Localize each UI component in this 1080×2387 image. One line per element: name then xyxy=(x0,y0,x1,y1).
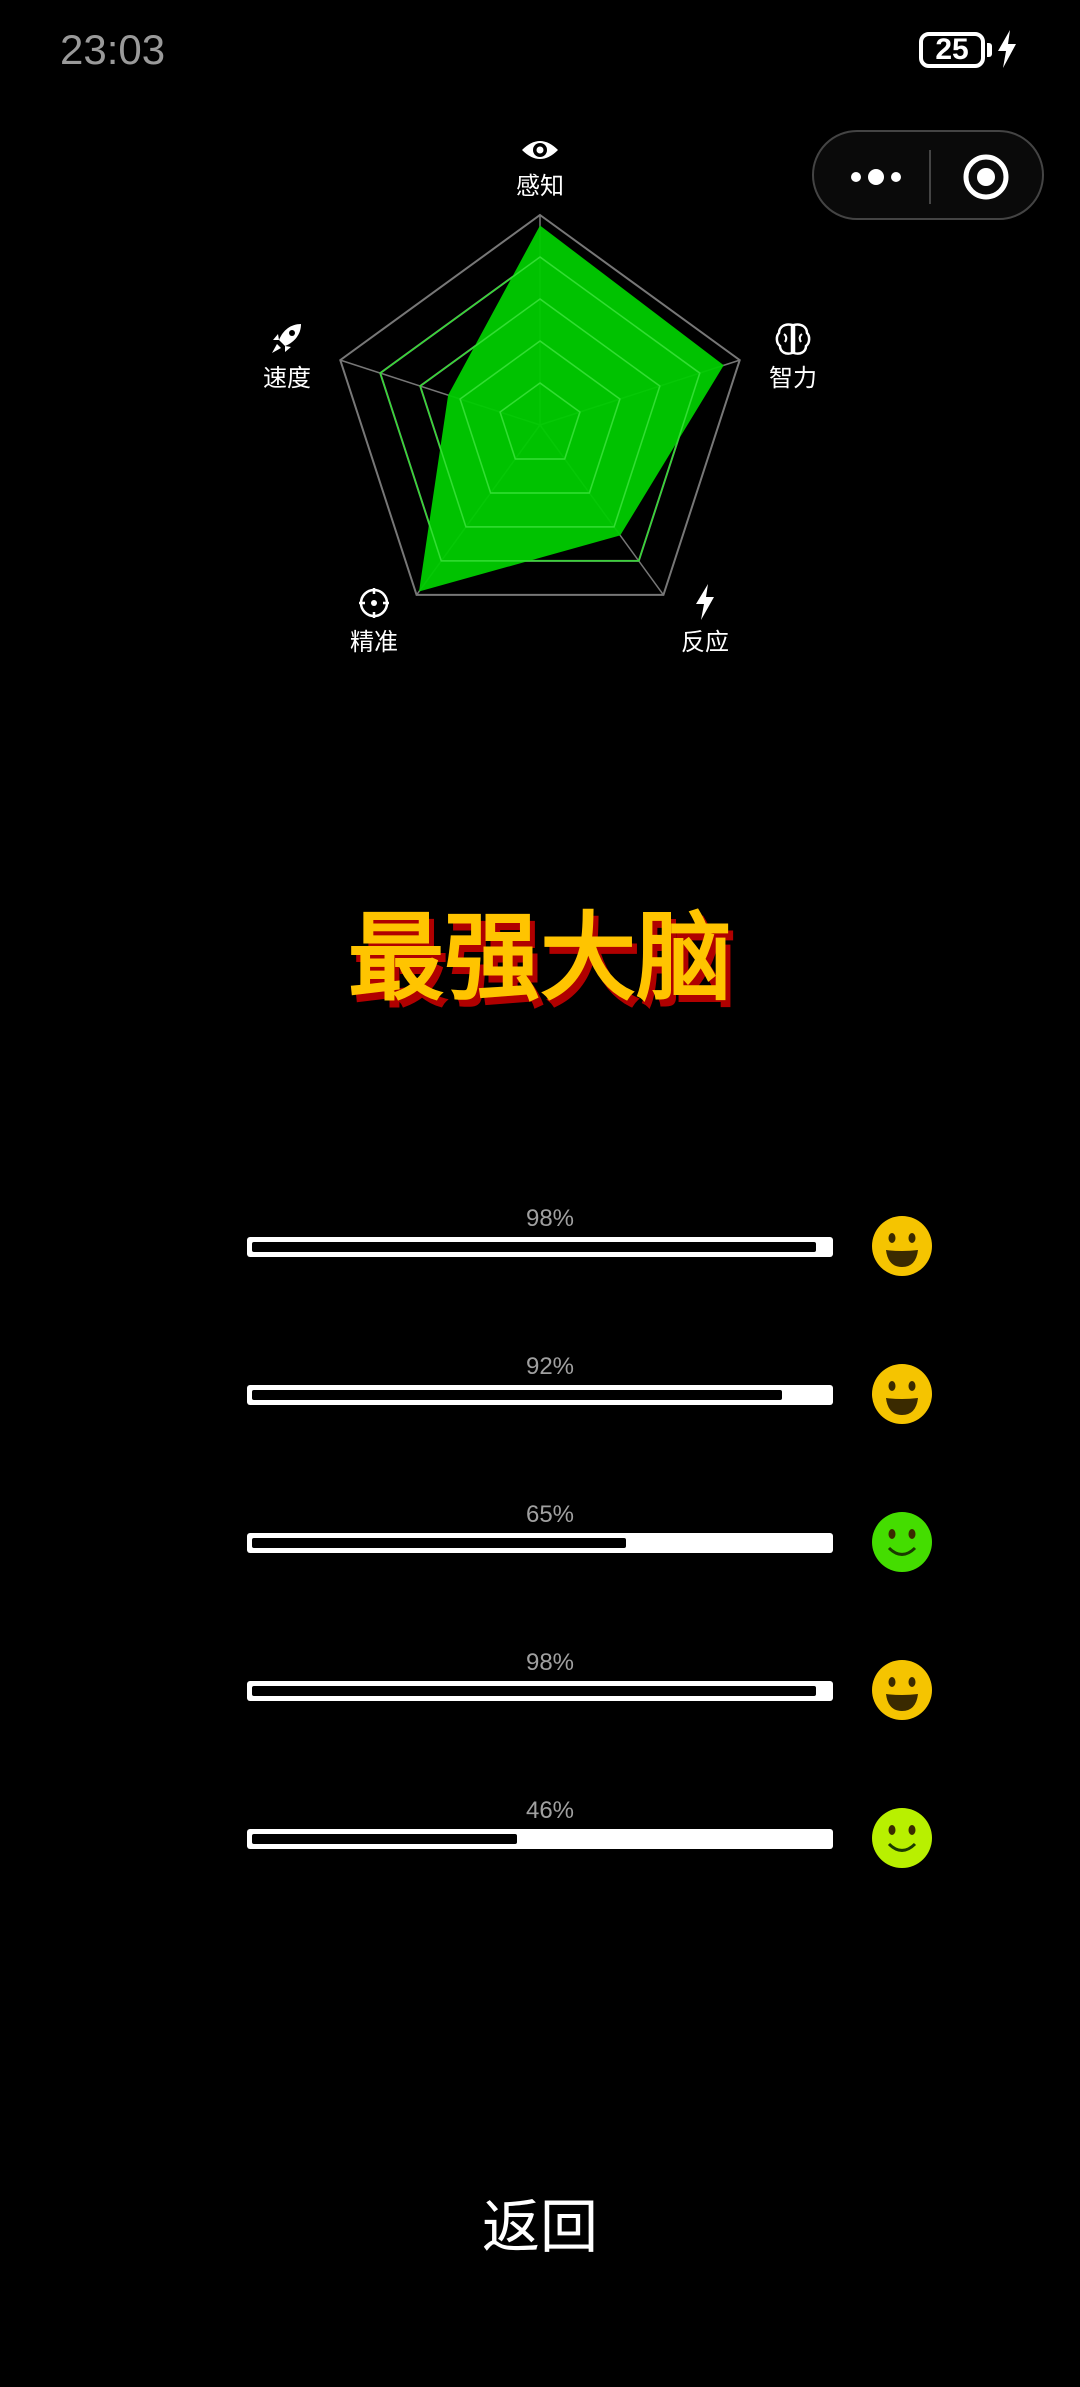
stat-row: 98% xyxy=(0,1205,1080,1295)
axis-label-precision: 精准 xyxy=(314,586,434,657)
stat-row: 65% xyxy=(0,1501,1080,1591)
progress-track xyxy=(247,1533,833,1553)
axis-text: 速度 xyxy=(263,364,311,392)
progress-fill xyxy=(252,1834,517,1844)
percent-label: 92% xyxy=(525,1353,575,1380)
smile-face-icon xyxy=(872,1808,932,1868)
face-eye xyxy=(888,1825,896,1835)
grin-face-icon xyxy=(872,1364,932,1424)
progress-fill xyxy=(252,1242,817,1252)
axis-text: 精准 xyxy=(350,628,398,656)
percent-label: 98% xyxy=(525,1205,575,1232)
face-circle xyxy=(872,1512,932,1572)
stat-row: 46% xyxy=(0,1797,1080,1887)
percent-label: 98% xyxy=(525,1649,575,1676)
progress-fill xyxy=(252,1390,782,1400)
face-eye xyxy=(908,1529,916,1539)
radar-chart xyxy=(339,213,741,596)
progress-fill xyxy=(252,1538,627,1548)
progress-track xyxy=(247,1829,833,1849)
face-circle xyxy=(872,1808,932,1868)
smile-face-icon xyxy=(872,1512,932,1572)
stat-row: 98% xyxy=(0,1649,1080,1739)
page-title: 最强大脑 xyxy=(348,902,732,1014)
eye-icon xyxy=(522,141,558,159)
face-eye xyxy=(908,1381,916,1391)
face-eye xyxy=(908,1677,916,1687)
grin-face-icon xyxy=(872,1216,932,1276)
percent-label: 46% xyxy=(525,1797,575,1824)
grin-face-icon xyxy=(872,1660,932,1720)
face-eye xyxy=(908,1825,916,1835)
face-eye xyxy=(888,1381,896,1391)
axis-label-perception: 感知 xyxy=(480,136,600,201)
axis-text: 感知 xyxy=(516,172,564,200)
axis-text: 反应 xyxy=(681,628,729,656)
axis-label-speed: 速度 xyxy=(227,320,347,393)
axis-text: 智力 xyxy=(769,364,817,392)
face-eye xyxy=(888,1529,896,1539)
back-button[interactable]: 返回 xyxy=(0,2180,1080,2264)
stat-row: 92% xyxy=(0,1353,1080,1443)
axis-label-intelligence: 智力 xyxy=(733,322,853,393)
lightning-icon xyxy=(696,584,714,620)
crosshair-icon xyxy=(359,588,389,618)
face-eye xyxy=(888,1233,896,1243)
progress-track xyxy=(247,1237,833,1257)
face-eye xyxy=(908,1233,916,1243)
progress-track xyxy=(247,1385,833,1405)
axis-label-reaction: 反应 xyxy=(645,584,765,657)
face-eye xyxy=(888,1677,896,1687)
brain-icon xyxy=(775,323,811,355)
percent-label: 65% xyxy=(525,1501,575,1528)
progress-fill xyxy=(252,1686,817,1696)
rocket-icon xyxy=(272,324,301,353)
progress-track xyxy=(247,1681,833,1701)
